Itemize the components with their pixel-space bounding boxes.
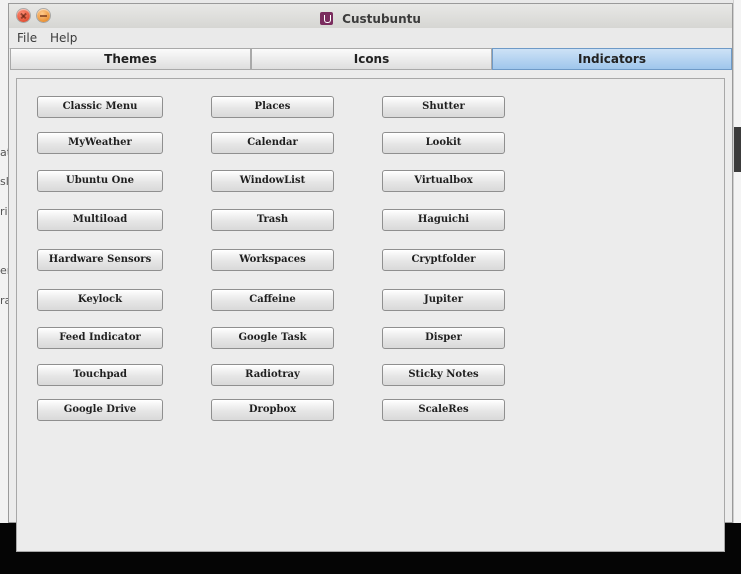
indicator-button-dropbox[interactable]: Dropbox <box>211 399 334 421</box>
background-text-fragment: ri <box>0 205 8 218</box>
custubuntu-window: Custubuntu File Help Themes Icons Indica… <box>8 3 733 552</box>
menu-help[interactable]: Help <box>50 31 77 45</box>
indicator-button-trash[interactable]: Trash <box>211 209 334 231</box>
indicator-button-sticky-notes[interactable]: Sticky Notes <box>382 364 505 386</box>
indicator-button-hardware-sensors[interactable]: Hardware Sensors <box>37 249 163 271</box>
indicator-button-keylock[interactable]: Keylock <box>37 289 163 311</box>
indicator-button-scaleres[interactable]: ScaleRes <box>382 399 505 421</box>
indicators-panel: Classic Menu MyWeather Ubuntu One Multil… <box>16 78 725 552</box>
indicator-button-radiotray[interactable]: Radiotray <box>211 364 334 386</box>
indicator-button-cryptfolder[interactable]: Cryptfolder <box>382 249 505 271</box>
indicator-button-multiload[interactable]: Multiload <box>37 209 163 231</box>
indicator-button-haguichi[interactable]: Haguichi <box>382 209 505 231</box>
indicator-button-myweather[interactable]: MyWeather <box>37 132 163 154</box>
tab-icons[interactable]: Icons <box>251 48 492 70</box>
background-window-edge-right <box>733 0 741 523</box>
indicator-button-jupiter[interactable]: Jupiter <box>382 289 505 311</box>
menu-file[interactable]: File <box>17 31 37 45</box>
indicator-button-touchpad[interactable]: Touchpad <box>37 364 163 386</box>
indicator-button-google-drive[interactable]: Google Drive <box>37 399 163 421</box>
tab-indicators[interactable]: Indicators <box>492 48 732 70</box>
indicator-button-places[interactable]: Places <box>211 96 334 118</box>
indicator-button-classic-menu[interactable]: Classic Menu <box>37 96 163 118</box>
indicator-button-ubuntu-one[interactable]: Ubuntu One <box>37 170 163 192</box>
indicator-button-windowlist[interactable]: WindowList <box>211 170 334 192</box>
indicator-button-workspaces[interactable]: Workspaces <box>211 249 334 271</box>
app-icon <box>320 12 334 25</box>
indicator-button-caffeine[interactable]: Caffeine <box>211 289 334 311</box>
indicator-button-google-task[interactable]: Google Task <box>211 327 334 349</box>
indicator-button-calendar[interactable]: Calendar <box>211 132 334 154</box>
indicator-button-lookit[interactable]: Lookit <box>382 132 505 154</box>
indicator-button-feed-indicator[interactable]: Feed Indicator <box>37 327 163 349</box>
window-title-text: Custubuntu <box>342 12 421 26</box>
indicator-button-shutter[interactable]: Shutter <box>382 96 505 118</box>
menu-bar: File Help <box>9 28 732 49</box>
indicator-button-virtualbox[interactable]: Virtualbox <box>382 170 505 192</box>
tab-bar: Themes Icons Indicators <box>10 48 732 70</box>
indicator-button-disper[interactable]: Disper <box>382 327 505 349</box>
title-bar[interactable]: Custubuntu <box>9 4 732 29</box>
tab-themes[interactable]: Themes <box>10 48 251 70</box>
background-scrollbar <box>734 127 741 172</box>
window-title: Custubuntu <box>9 8 732 27</box>
